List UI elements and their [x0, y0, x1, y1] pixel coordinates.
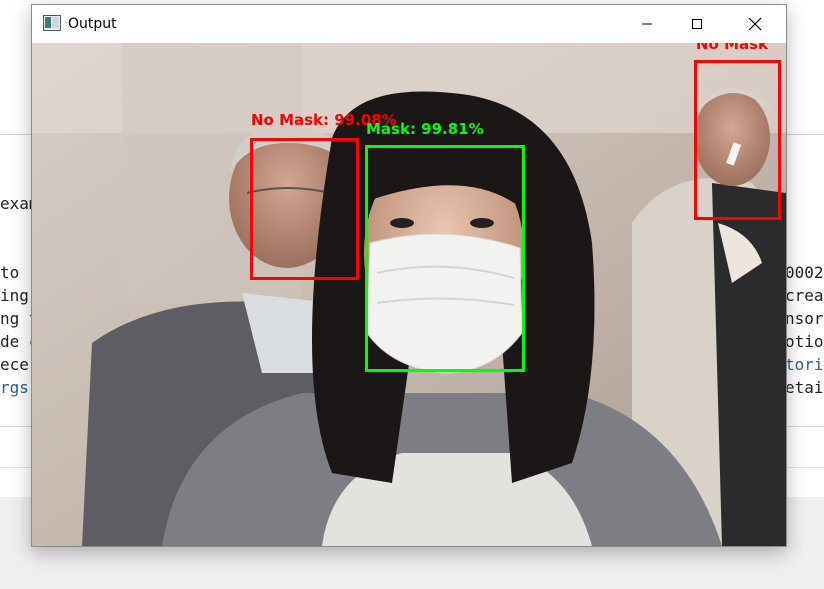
detection-box-mask — [365, 145, 525, 372]
output-image: No Mask: 99.08% Mask: 99.81% No Mask — [32, 43, 786, 546]
close-button[interactable] — [732, 5, 778, 43]
detection-label-mask: Mask: 99.81% — [366, 120, 484, 138]
code-line-right: crea — [785, 286, 824, 305]
detection-label-no-mask: No Mask — [696, 43, 769, 53]
window-title: Output — [68, 16, 117, 32]
code-line-right: nsor — [785, 309, 824, 328]
code-line-right: etai — [785, 378, 824, 397]
code-line-left: to — [0, 263, 29, 282]
detection-box-no-mask — [694, 60, 781, 220]
code-line-right: otio — [785, 332, 824, 351]
app-icon — [43, 15, 61, 31]
code-line-left: ece — [0, 355, 29, 374]
title-bar[interactable]: Output — [32, 5, 786, 43]
detection-box-no-mask — [250, 138, 359, 280]
close-icon — [748, 17, 762, 31]
code-line-left-link[interactable]: rgs — [0, 377, 29, 399]
minimize-icon — [642, 23, 652, 25]
code-line-right: 0002 — [785, 263, 824, 282]
maximize-icon — [692, 19, 702, 29]
maximize-button[interactable] — [674, 5, 720, 43]
code-line-right-link[interactable]: tori — [785, 354, 824, 376]
minimize-button[interactable] — [624, 5, 670, 43]
output-window[interactable]: Output No Mask: 99.08% Mask: 99.81% No M… — [31, 4, 787, 547]
